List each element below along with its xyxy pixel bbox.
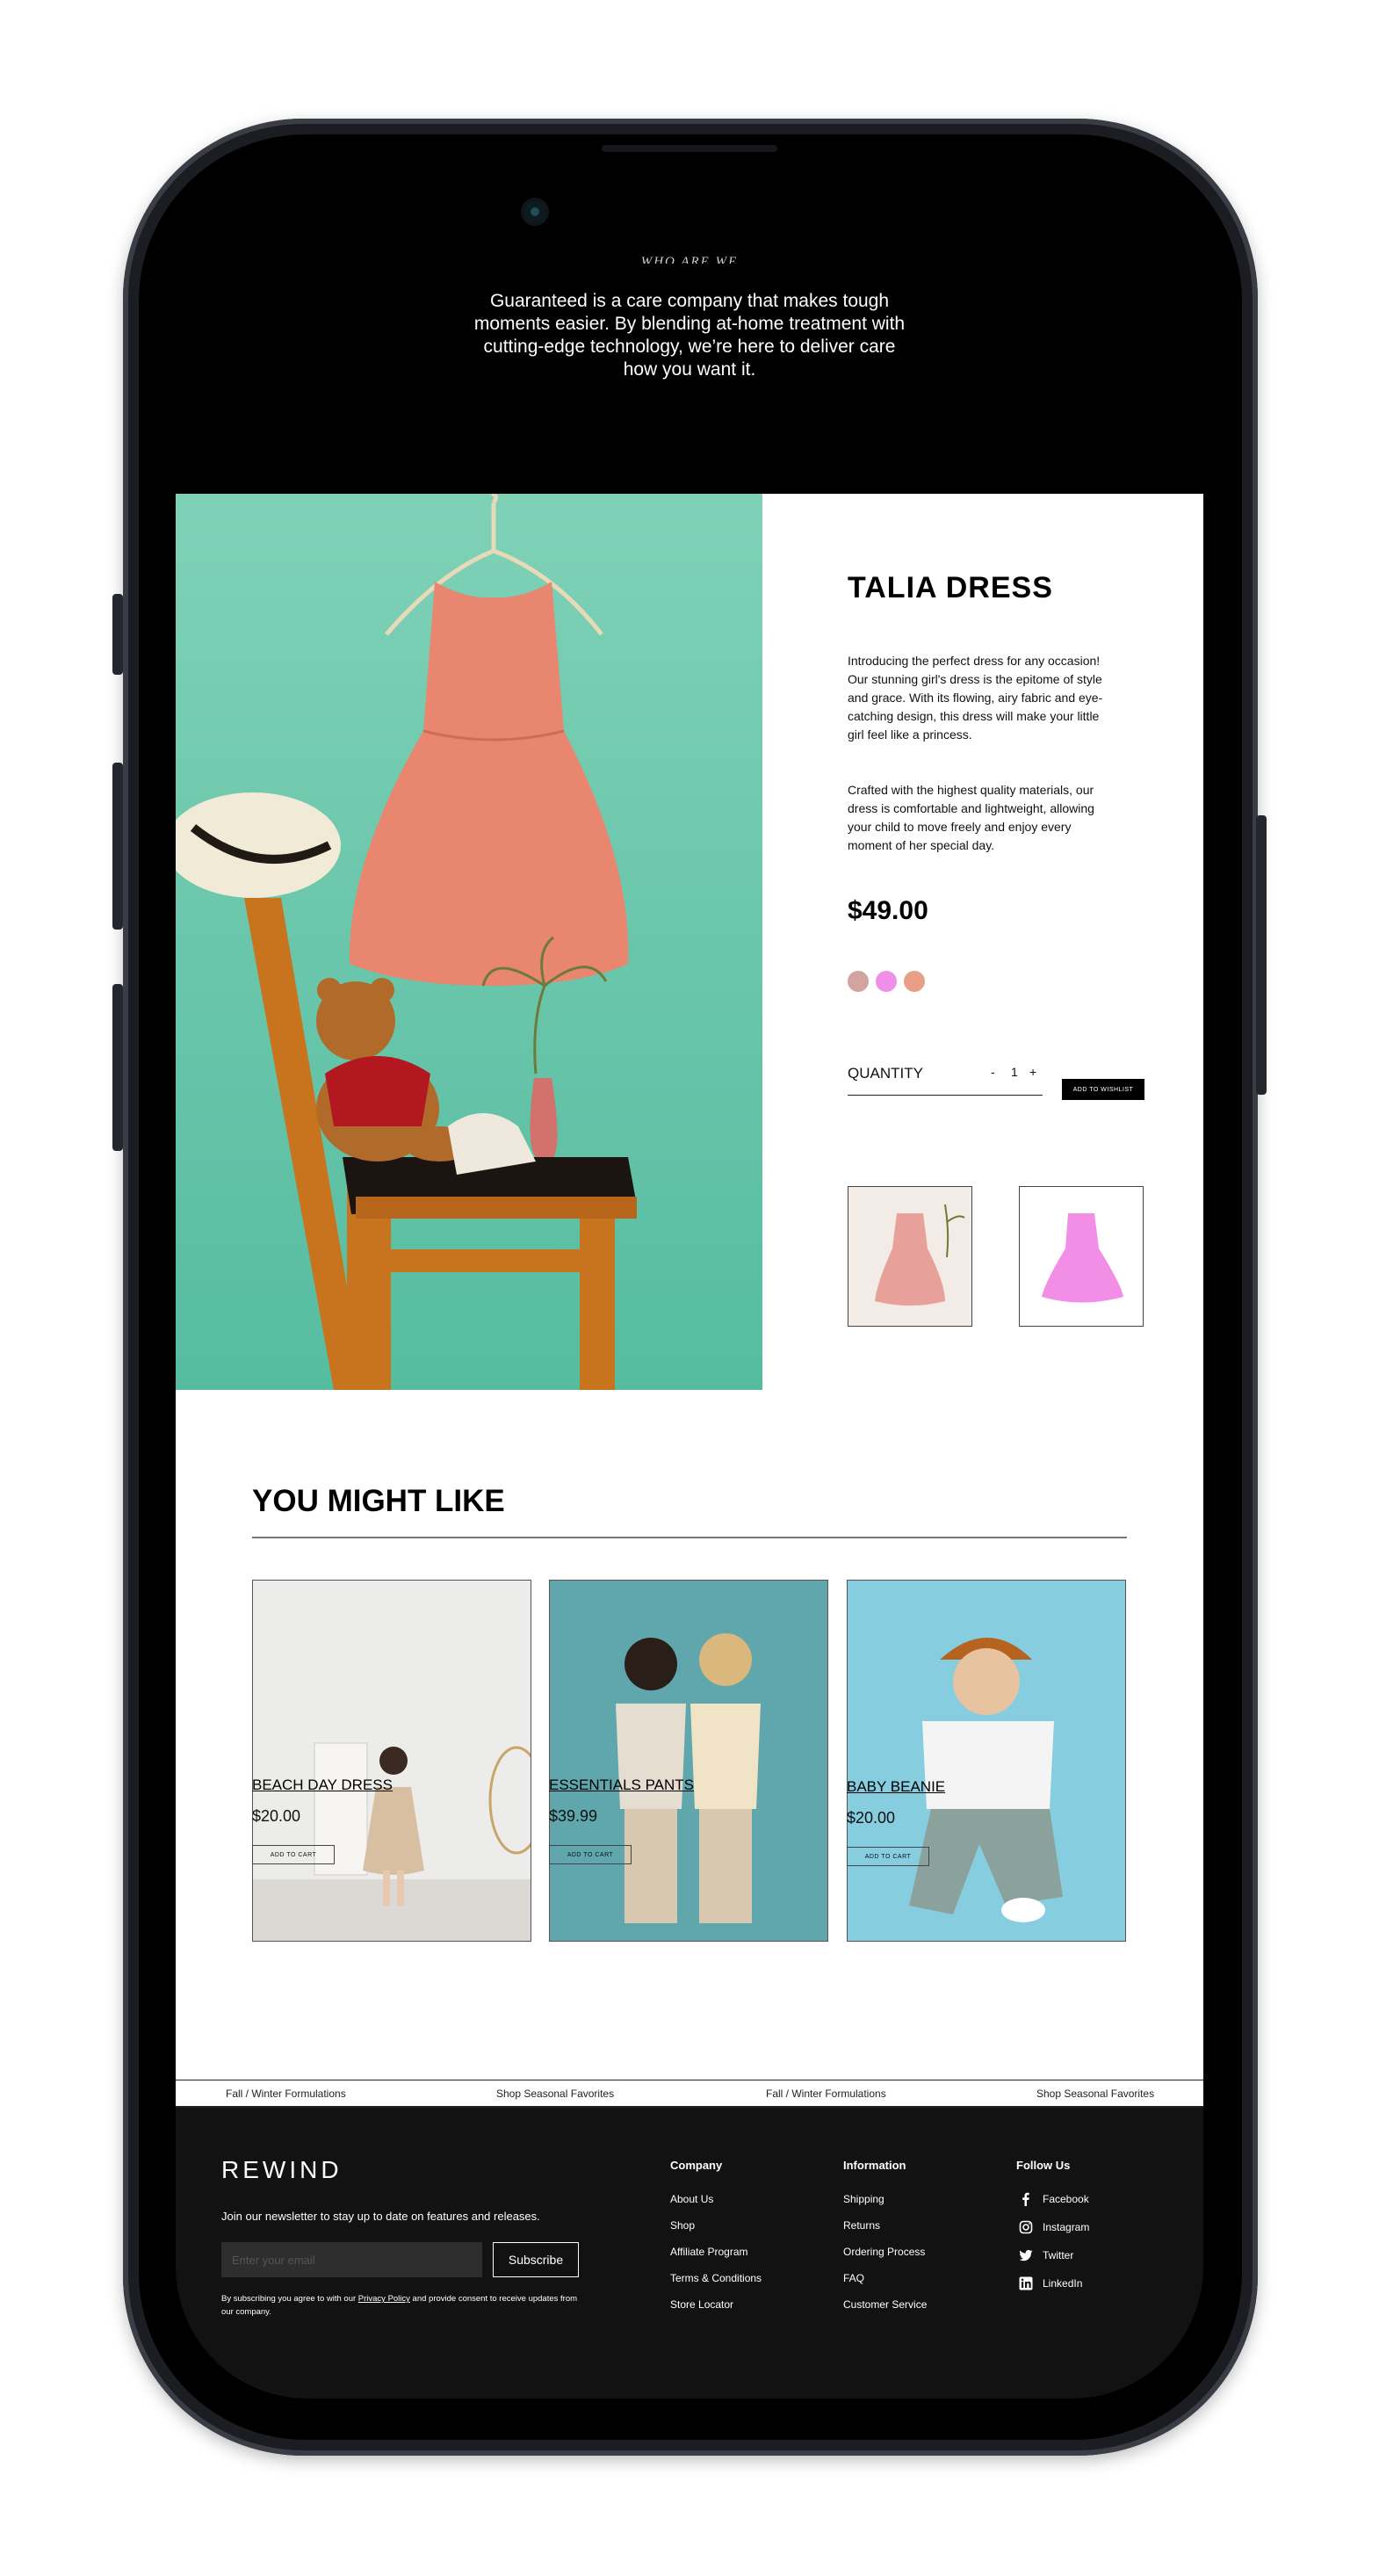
section-divider <box>252 1537 1127 1538</box>
footer-link-shop[interactable]: Shop <box>670 2219 695 2232</box>
mute-switch <box>112 594 123 675</box>
footer-information-heading: Information <box>843 2159 906 2172</box>
footer-logo[interactable]: REWIND <box>221 2156 343 2184</box>
instagram-icon[interactable] <box>1019 2220 1033 2234</box>
product-main-image[interactable] <box>176 494 762 1390</box>
add-to-wishlist-button[interactable]: ADD TO WISHLIST <box>1062 1079 1144 1100</box>
facebook-icon[interactable] <box>1019 2192 1033 2206</box>
footer-link-about-us[interactable]: About Us <box>670 2193 713 2205</box>
quantity-decrement-button[interactable]: - <box>991 1065 995 1079</box>
product-card-name-beach-day-dress[interactable]: BEACH DAY DRESS <box>252 1776 393 1794</box>
footer-link-affiliate-program[interactable]: Affiliate Program <box>670 2246 747 2258</box>
consent-prefix: By subscribing you agree to with our <box>221 2294 358 2304</box>
front-camera <box>523 200 546 223</box>
footer-link-store-locator[interactable]: Store Locator <box>670 2298 733 2311</box>
ticker-item[interactable]: Shop Seasonal Favorites <box>496 2088 614 2100</box>
you-might-like-title: YOU MIGHT LIKE <box>252 1484 505 1518</box>
product-card-name-baby-beanie[interactable]: BABY BEANIE <box>847 1778 945 1796</box>
product-section: TALIA DRESS Introducing the perfect dres… <box>176 494 1203 1390</box>
product-card-price-baby-beanie: $20.00 <box>847 1809 896 1827</box>
footer-link-terms[interactable]: Terms & Conditions <box>670 2272 762 2284</box>
footer-link-shipping[interactable]: Shipping <box>843 2193 884 2205</box>
quantity-underline <box>848 1095 1043 1096</box>
dress-on-chair-illustration <box>176 494 637 1390</box>
product-card-image-beach-day-dress[interactable] <box>252 1580 531 1942</box>
product-price: $49.00 <box>848 896 928 925</box>
footer-link-faq[interactable]: FAQ <box>843 2272 864 2284</box>
linkedin-icon[interactable] <box>1019 2276 1033 2290</box>
volume-down-button <box>112 984 123 1151</box>
promo-ticker: Fall / Winter Formulations Shop Seasonal… <box>176 2080 1203 2108</box>
footer-follow-heading: Follow Us <box>1016 2159 1071 2172</box>
footer-link-ordering-process[interactable]: Ordering Process <box>843 2246 925 2258</box>
who-are-we-text: Guaranteed is a care company that makes … <box>473 291 906 380</box>
who-are-we-heading: WHO ARE WE <box>640 255 739 264</box>
product-card-image-essentials-pants[interactable] <box>549 1580 828 1942</box>
add-to-cart-button[interactable]: ADD TO CART <box>549 1845 632 1864</box>
product-description-1: Introducing the perfect dress for any oc… <box>848 654 1103 742</box>
newsletter-text: Join our newsletter to stay up to date o… <box>221 2210 540 2223</box>
product-title: TALIA DRESS <box>848 571 1053 604</box>
add-to-cart-button[interactable]: ADD TO CART <box>847 1847 929 1866</box>
product-description-2: Crafted with the highest quality materia… <box>848 783 1094 852</box>
quantity-label: QUANTITY <box>848 1065 923 1082</box>
you-might-like-section: YOU MIGHT LIKE BEACH DAY DRESS ESSENTIAL… <box>176 1390 1203 2080</box>
product-card-name-essentials-pants[interactable]: ESSENTIALS PANTS <box>549 1776 694 1794</box>
product-card-price-beach-day-dress: $20.00 <box>252 1807 301 1825</box>
footer-link-twitter[interactable]: Twitter <box>1043 2249 1073 2261</box>
footer: REWIND Join our newsletter to stay up to… <box>176 2108 1203 2399</box>
newsletter-email-input[interactable] <box>221 2242 482 2277</box>
twitter-icon[interactable] <box>1019 2248 1033 2262</box>
color-swatch-peach[interactable] <box>904 971 925 992</box>
privacy-policy-link[interactable]: Privacy Policy <box>358 2294 410 2304</box>
ticker-item[interactable]: Fall / Winter Formulations <box>226 2088 346 2100</box>
product-card-image-baby-beanie[interactable] <box>847 1580 1126 1942</box>
consent-text: By subscribing you agree to with our Pri… <box>221 2292 590 2319</box>
speaker <box>602 145 777 152</box>
product-thumbnail-2[interactable] <box>1019 1186 1144 1327</box>
subscribe-button[interactable]: Subscribe <box>493 2242 579 2277</box>
ticker-item[interactable]: Fall / Winter Formulations <box>766 2088 886 2100</box>
color-swatch-dusty-rose[interactable] <box>848 971 869 992</box>
ticker-item[interactable]: Shop Seasonal Favorites <box>1036 2088 1154 2100</box>
power-button <box>1256 815 1267 1095</box>
footer-link-returns[interactable]: Returns <box>843 2219 880 2232</box>
add-to-cart-button[interactable]: ADD TO CART <box>252 1845 335 1864</box>
footer-link-customer-service[interactable]: Customer Service <box>843 2298 927 2311</box>
product-card-price-essentials-pants: $39.99 <box>549 1807 598 1825</box>
footer-link-facebook[interactable]: Facebook <box>1043 2193 1089 2205</box>
quantity-increment-button[interactable]: + <box>1029 1065 1036 1079</box>
footer-link-instagram[interactable]: Instagram <box>1043 2221 1089 2233</box>
quantity-value[interactable]: 1 <box>1011 1065 1018 1079</box>
volume-up-button <box>112 763 123 930</box>
color-swatch-pink[interactable] <box>876 971 897 992</box>
footer-company-heading: Company <box>670 2159 723 2172</box>
product-thumbnail-1[interactable] <box>848 1186 972 1327</box>
footer-link-linkedin[interactable]: LinkedIn <box>1043 2277 1082 2290</box>
screen: WHO ARE WE Guaranteed is a care company … <box>176 141 1203 2399</box>
